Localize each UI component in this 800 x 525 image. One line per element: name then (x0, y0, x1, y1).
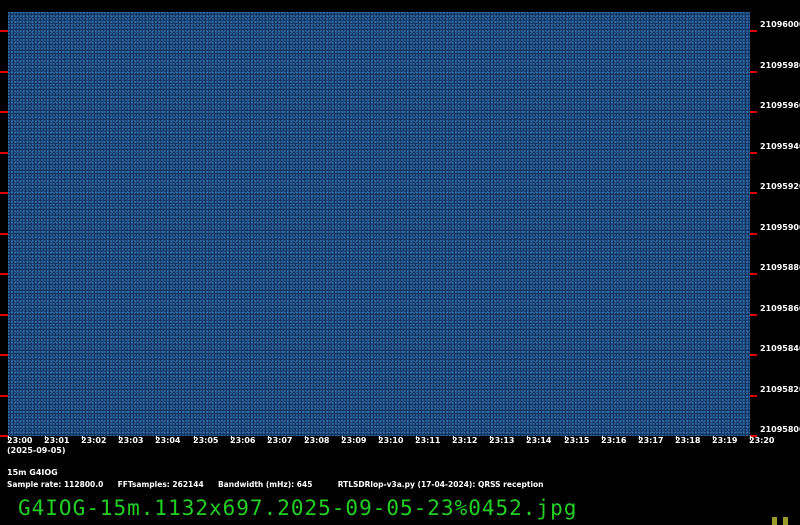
time-label: 23:13 (489, 436, 515, 445)
frequency-label: 21095800 (760, 425, 800, 434)
time-label: 23:00 (7, 436, 33, 445)
right-tick (750, 71, 757, 73)
fft-samples: FFTsamples: 262144 (117, 480, 204, 489)
left-tick (0, 354, 8, 356)
left-tick (0, 192, 8, 194)
frequency-label: 21095900 (760, 223, 800, 232)
left-tick (0, 30, 8, 32)
time-label: 23:08 (304, 436, 330, 445)
image-filename: G4IOG-15m.1132x697.2025-09-05-23%0452.jp… (18, 496, 578, 520)
frequency-label: 21095820 (760, 385, 800, 394)
time-label: 23:12 (452, 436, 478, 445)
right-tick (750, 192, 757, 194)
right-tick (750, 152, 757, 154)
frequency-label: 21095880 (760, 263, 800, 272)
corner-bars-icon (772, 517, 792, 525)
time-label: 23:17 (638, 436, 664, 445)
left-tick (0, 111, 8, 113)
right-tick (750, 395, 757, 397)
time-label: 23:16 (601, 436, 627, 445)
time-label: 23:14 (526, 436, 552, 445)
time-label: 23:02 (81, 436, 107, 445)
time-label: 23:04 (155, 436, 181, 445)
frequency-label: 21095860 (760, 304, 800, 313)
date-label: (2025-09-05) (7, 446, 66, 455)
left-tick (0, 71, 8, 73)
frequency-label: 21095840 (760, 344, 800, 353)
frequency-label: 21095940 (760, 142, 800, 151)
grabber-screen: 21096000 21095980 21095960 21095940 21095920… (0, 0, 800, 525)
station-label: 15m G4IOG (7, 468, 58, 477)
time-label: 23:19 (712, 436, 738, 445)
left-tick (0, 233, 8, 235)
right-tick (750, 111, 757, 113)
time-label: 23:15 (564, 436, 590, 445)
software-version: RTLSDRlop-v3a.py (17-04-2024): QRSS rece… (337, 480, 544, 489)
waterfall-spectrogram (8, 12, 750, 436)
right-tick (750, 273, 757, 275)
frequency-label: 21096000 (760, 20, 800, 29)
frequency-label: 21095960 (760, 101, 800, 110)
time-label: 23:11 (415, 436, 441, 445)
time-label: 23:06 (230, 436, 256, 445)
time-label: 23:07 (267, 436, 293, 445)
left-tick (0, 314, 8, 316)
time-label: 23:05 (193, 436, 219, 445)
left-tick (0, 395, 8, 397)
time-label: 23:09 (341, 436, 367, 445)
left-tick (0, 152, 8, 154)
right-tick (750, 354, 757, 356)
time-label: 23:10 (378, 436, 404, 445)
right-tick (750, 314, 757, 316)
right-tick (750, 233, 757, 235)
frequency-label: 21095980 (760, 61, 800, 70)
receiver-info-line: Sample rate: 112800.0 FFTsamples: 262144… (7, 480, 544, 489)
time-label: 23:03 (118, 436, 144, 445)
sample-rate: Sample rate: 112800.0 (7, 480, 104, 489)
bandwidth: Bandwidth (mHz): 645 (217, 480, 313, 489)
right-tick (750, 30, 757, 32)
left-tick (0, 273, 8, 275)
time-label: 23:01 (44, 436, 70, 445)
time-label: 23:18 (675, 436, 701, 445)
time-label: 23:20 (749, 436, 775, 445)
frequency-label: 21095920 (760, 182, 800, 191)
